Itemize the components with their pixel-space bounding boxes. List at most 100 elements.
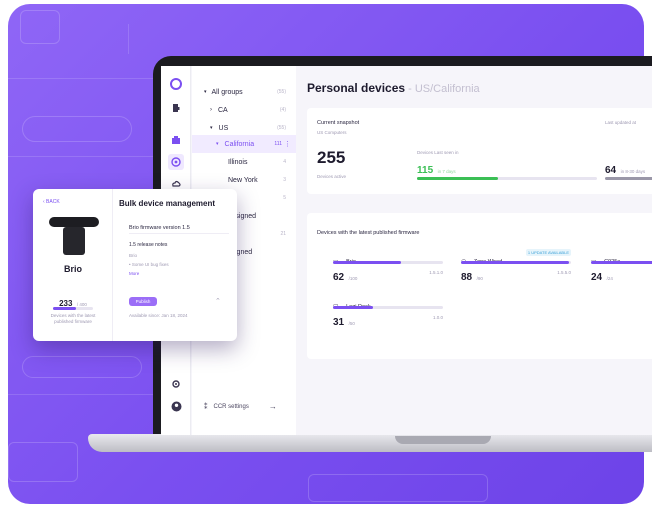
sliders-icon: ⁑ (204, 403, 208, 411)
firmware-bar-fill (591, 261, 652, 264)
blueprint-base-sketch (308, 474, 488, 502)
firmware-value-group: 62 /100 (333, 267, 357, 285)
firmware-item-zone-wired[interactable]: ◠ Zone Wired 1 UPDATE AVAILABLE 88 /90 1… (461, 249, 571, 283)
tree-item-label: All groups (211, 88, 243, 96)
bulk-device-summary: ‹ BACK Brio 233 / 400 Devices with the l… (33, 189, 113, 341)
firmware-version-title: Brio firmware version 1.5 (129, 225, 190, 231)
divider (129, 233, 229, 234)
user-icon[interactable] (168, 398, 184, 414)
firmware-unit: /90 (476, 276, 483, 281)
main-content: Personal devices - US/California Current… (297, 66, 652, 435)
firmware-value: 24 (591, 272, 603, 283)
device-progress-fill (53, 307, 77, 310)
blueprint-remote-sketch (22, 356, 142, 378)
chevron-down-icon: ▾ (204, 89, 207, 95)
more-link[interactable]: More (129, 271, 139, 276)
firmware-value-group: 31 /50 (333, 312, 355, 330)
firmware-unit: /100 (348, 276, 358, 281)
publish-button[interactable]: Publish (129, 297, 157, 306)
tree-item-new-york[interactable]: New York 3 (192, 171, 296, 189)
firmware-value: 31 (333, 317, 345, 328)
blueprint-line (128, 24, 129, 54)
last-seen-bar-fill (417, 177, 498, 180)
arrow-right-icon: → (268, 402, 277, 411)
tree-item-count: 3 (283, 177, 286, 183)
firmware-version: 1.5.5.0 (557, 270, 571, 275)
blueprint-camera-sketch (20, 10, 60, 44)
secondary-unit: in 8-30 days (620, 169, 646, 174)
last-seen-value-group: 115 in 7 days (417, 160, 456, 178)
chevron-down-icon: ▾ (210, 125, 213, 131)
back-link[interactable]: ‹ BACK (43, 199, 60, 205)
devices-icon[interactable] (168, 100, 184, 116)
tree-item-count: 4 (283, 159, 286, 165)
firmware-bar (333, 261, 443, 264)
blueprint-line (8, 78, 158, 79)
release-notes-title: 1.5 release notes (129, 242, 168, 248)
tree-item-ca[interactable]: › CA (4) (192, 101, 296, 119)
insights-icon[interactable] (168, 154, 184, 170)
chevron-up-icon[interactable]: ⌃ (215, 297, 221, 305)
firmware-value: 88 (461, 272, 473, 283)
release-note-line: • Some UI bug fixes (129, 262, 169, 267)
firmware-version: 1.0.0 (432, 315, 443, 320)
firmware-card: Devices with the latest published firmwa… (307, 213, 652, 359)
more-vertical-icon[interactable]: ⋮ (284, 140, 291, 148)
firmware-value-group: 88 /90 (461, 267, 483, 285)
device-name: Brio (64, 264, 82, 274)
firmware-bar (461, 261, 571, 264)
breadcrumb: - US/California (405, 83, 480, 95)
tree-item-label: Illinois (228, 158, 248, 166)
tree-item-all-groups[interactable]: ▾ All groups (55) (192, 83, 296, 101)
tree-item-count: (55) (277, 125, 286, 131)
snapshot-card: Current snapshot US Computers 255 Device… (307, 108, 652, 194)
blueprint-bar-sketch (22, 116, 132, 142)
logo-icon[interactable] (168, 76, 184, 92)
publish-note: Available since: Jan 18, 2024 (129, 313, 188, 318)
secondary-bar (605, 177, 652, 180)
page-title-text: Personal devices (307, 81, 406, 95)
firmware-bar-fill (333, 306, 373, 309)
firmware-value-group: 24 /24 (591, 267, 613, 285)
bulk-device-card: ‹ BACK Brio 233 / 400 Devices with the l… (33, 189, 237, 341)
firmware-item-logi-dock[interactable]: ▢ Logi Dock 31 /50 1.0.0 (333, 295, 443, 328)
last-seen-label: Devices Last seen in (417, 150, 459, 155)
firmware-heading: Devices with the latest published firmwa… (317, 230, 420, 236)
active-devices-label: Devices active (317, 174, 347, 179)
update-available-badge[interactable]: 1 UPDATE AVAILABLE (525, 249, 571, 256)
snapshot-subheading: US Computers (317, 130, 347, 135)
firmware-item-c925e[interactable]: ▭ C925e 24 /24 (591, 250, 652, 283)
release-note-line: Brio (129, 253, 138, 258)
last-seen-bar (417, 177, 597, 180)
firmware-bar (591, 261, 652, 264)
secondary-value-group: 64 in 8-30 days (605, 160, 645, 178)
firmware-version: 1.5.1.0 (429, 270, 443, 275)
device-caption: Devices with the latest published firmwa… (50, 313, 96, 324)
tree-item-label: US (218, 124, 229, 132)
ccr-settings-link[interactable]: ⁑ CCR settings → (204, 402, 277, 411)
blueprint-line (8, 394, 158, 395)
tree-item-count: 21 (280, 231, 286, 237)
chevron-down-icon: ▾ (216, 141, 219, 147)
firmware-item-brio[interactable]: ▭ Brio 62 /100 1.5.1.0 (333, 250, 443, 283)
laptop-base (88, 434, 652, 452)
active-devices-count: 255 (317, 148, 346, 167)
bulk-title: Bulk device management (119, 199, 216, 208)
chevron-right-icon: › (210, 107, 212, 113)
firmware-unit: /24 (606, 276, 613, 281)
last-updated-label: Last updated at (605, 120, 637, 125)
firmware-value: 62 (333, 272, 345, 283)
rooms-icon[interactable] (168, 132, 184, 148)
secondary-value: 64 (605, 165, 617, 176)
tree-item-california[interactable]: ▾ California 111 ⋮ (192, 135, 296, 153)
tree-item-count: 111 (274, 141, 282, 147)
tree-item-count: (4) (279, 107, 286, 113)
webcam-body (63, 227, 85, 255)
firmware-bar-fill (461, 261, 569, 264)
blueprint-line (8, 156, 158, 157)
tree-item-illinois[interactable]: Illinois 4 (192, 153, 296, 171)
settings-icon[interactable] (168, 376, 184, 392)
snapshot-heading: Current snapshot (317, 120, 360, 126)
tree-item-count: 5 (283, 195, 286, 201)
tree-item-count: (55) (277, 89, 286, 95)
